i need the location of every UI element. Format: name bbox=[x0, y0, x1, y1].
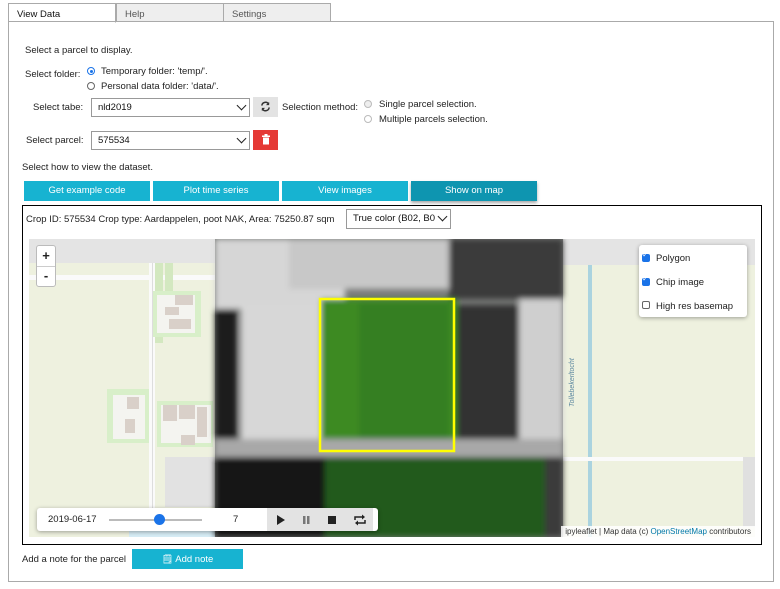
play-button[interactable] bbox=[273, 513, 287, 527]
player-date: 2019-06-17 bbox=[48, 514, 97, 525]
street-label: Tollebekerltocht bbox=[569, 358, 576, 407]
chip-image-checkbox[interactable]: ✓ bbox=[642, 274, 650, 286]
pause-button[interactable] bbox=[299, 513, 313, 527]
add-note-button[interactable]: 🗒 Add note bbox=[132, 549, 243, 569]
folder-option-temp: Temporary folder: 'temp/'. bbox=[101, 66, 208, 77]
table-select[interactable]: nld2019 bbox=[91, 98, 250, 117]
band-select[interactable]: True color (B02, B0 bbox=[346, 209, 451, 229]
layer-label-chip-image: Chip image bbox=[656, 277, 705, 288]
layer-label-high-res: High res basemap bbox=[656, 301, 734, 312]
pause-icon bbox=[303, 516, 310, 524]
time-player: 2019-06-17 7 bbox=[37, 508, 378, 531]
refresh-button[interactable] bbox=[253, 97, 278, 117]
crop-info-text: Crop ID: 575534 Crop type: Aardappelen, … bbox=[26, 214, 335, 225]
view-images-button[interactable]: View images bbox=[282, 181, 408, 201]
table-label: Select tabe: bbox=[33, 102, 84, 113]
high-res-basemap-checkbox[interactable] bbox=[642, 301, 650, 309]
player-slider-handle[interactable] bbox=[153, 514, 165, 525]
folder-label: Select folder: bbox=[25, 69, 81, 80]
folder-radio-data[interactable] bbox=[87, 82, 95, 90]
folder-option-data: Personal data folder: 'data/'. bbox=[101, 81, 219, 92]
note-label: Add a note for the parcel bbox=[22, 554, 127, 565]
tab-view-data[interactable]: View Data bbox=[8, 3, 116, 23]
player-value: 7 bbox=[233, 514, 239, 525]
selection-radio-single[interactable] bbox=[364, 100, 372, 108]
stop-button[interactable] bbox=[325, 513, 339, 527]
add-note-label: Add note bbox=[175, 554, 214, 565]
loop-icon bbox=[354, 514, 366, 526]
tab-label: Settings bbox=[232, 9, 267, 20]
layer-label-polygon: Polygon bbox=[656, 253, 691, 264]
zoom-control: + - bbox=[36, 245, 56, 287]
selection-method-label: Selection method: bbox=[282, 102, 359, 113]
selection-radio-multiple[interactable] bbox=[364, 115, 372, 123]
map-area[interactable]: Tollebekerltocht + - ✓ Polygon ✓ Chip im… bbox=[29, 239, 755, 537]
folder-radio-temp[interactable] bbox=[87, 67, 95, 75]
check-icon: ✓ bbox=[642, 274, 649, 283]
attribution-suffix: contributors bbox=[706, 527, 751, 536]
tab-help[interactable]: Help bbox=[116, 3, 224, 22]
parcel-select[interactable]: 575534 bbox=[91, 131, 250, 150]
view-label: Select how to view the dataset. bbox=[22, 162, 153, 173]
get-example-code-button[interactable]: Get example code bbox=[24, 181, 150, 201]
zoom-in-button[interactable]: + bbox=[37, 246, 55, 267]
chevron-down-icon bbox=[236, 133, 247, 144]
attribution-prefix: ipyleaflet | Map data (c) bbox=[565, 527, 651, 536]
trash-icon bbox=[261, 134, 270, 145]
table-select-value: nld2019 bbox=[98, 102, 132, 113]
map-attribution: ipyleaflet | Map data (c) OpenStreetMap … bbox=[561, 526, 755, 537]
play-icon bbox=[277, 515, 285, 525]
parcel-select-value: 575534 bbox=[98, 135, 130, 146]
note-icon: 🗒 bbox=[161, 554, 174, 564]
refresh-icon bbox=[261, 101, 270, 112]
openstreetmap-link[interactable]: OpenStreetMap bbox=[650, 527, 706, 536]
check-icon: ✓ bbox=[642, 250, 649, 259]
band-select-value: True color (B02, B0 bbox=[353, 213, 436, 224]
tab-label: Help bbox=[125, 9, 145, 20]
intro-text: Select a parcel to display. bbox=[25, 45, 133, 56]
plot-time-series-button[interactable]: Plot time series bbox=[153, 181, 279, 201]
parcel-label: Select parcel: bbox=[26, 135, 84, 146]
selection-option-single: Single parcel selection. bbox=[379, 99, 477, 110]
chevron-down-icon bbox=[236, 100, 247, 111]
delete-parcel-button[interactable] bbox=[253, 130, 278, 150]
show-on-map-button[interactable]: Show on map bbox=[411, 181, 537, 201]
stop-icon bbox=[328, 516, 336, 524]
loop-button[interactable] bbox=[352, 513, 368, 527]
zoom-out-button[interactable]: - bbox=[37, 267, 55, 287]
chevron-down-icon bbox=[437, 211, 448, 222]
selection-option-multiple: Multiple parcels selection. bbox=[379, 114, 488, 125]
tab-settings[interactable]: Settings bbox=[223, 3, 331, 22]
tab-label: View Data bbox=[17, 9, 61, 20]
chip-image-layer bbox=[215, 239, 563, 537]
polygon-checkbox[interactable]: ✓ bbox=[642, 250, 650, 262]
layers-control: ✓ Polygon ✓ Chip image High res basemap bbox=[639, 245, 747, 317]
